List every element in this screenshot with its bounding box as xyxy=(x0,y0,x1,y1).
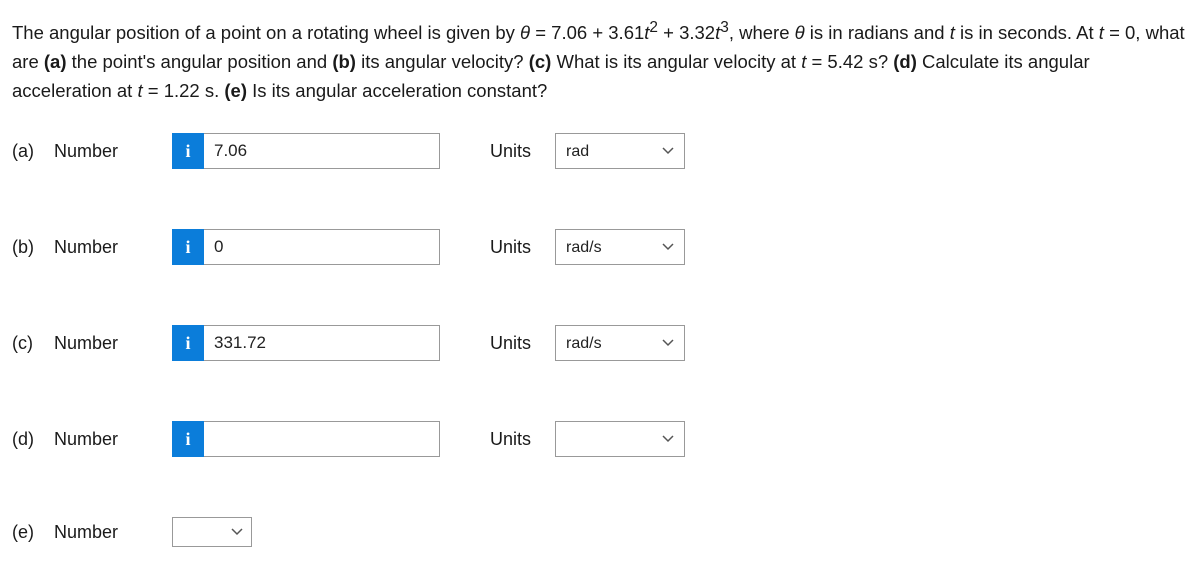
answer-row-d: (d) Number i Units xyxy=(12,421,1188,457)
q-plus: + 3.32 xyxy=(658,22,715,43)
unit-select-a[interactable]: rad xyxy=(555,133,685,169)
number-input-b[interactable] xyxy=(204,229,440,265)
q-pb: (b) xyxy=(332,51,356,72)
number-label: Number xyxy=(54,429,118,450)
q-theta: θ xyxy=(520,22,530,43)
part-letter-c: (c) xyxy=(12,333,40,354)
number-input-c[interactable] xyxy=(204,325,440,361)
number-label: Number xyxy=(54,333,118,354)
q-pb-text: its angular velocity? xyxy=(356,51,529,72)
q-pd-text2: = 1.22 s. xyxy=(143,80,225,101)
part-letter-d: (d) xyxy=(12,429,40,450)
q-pc-text: What is its angular velocity at xyxy=(551,51,801,72)
q-theta2: θ xyxy=(795,22,805,43)
part-label-c: (c) Number xyxy=(12,333,172,354)
number-label: Number xyxy=(54,141,118,162)
q-pa-text: the point's angular position and xyxy=(67,51,333,72)
q-sup3: 3 xyxy=(720,19,729,36)
question-text: The angular position of a point on a rot… xyxy=(12,16,1188,105)
part-letter-e: (e) xyxy=(12,522,40,543)
answer-row-e: (e) Number xyxy=(12,517,1188,547)
number-label: Number xyxy=(54,237,118,258)
part-letter-a: (a) xyxy=(12,141,40,162)
part-label-d: (d) Number xyxy=(12,429,172,450)
q-pc-text2: = 5.42 s? xyxy=(806,51,893,72)
info-icon[interactable]: i xyxy=(172,421,204,457)
q-pd: (d) xyxy=(893,51,917,72)
units-label: Units xyxy=(490,429,531,450)
part-letter-b: (b) xyxy=(12,237,40,258)
part-label-b: (b) Number xyxy=(12,237,172,258)
q-sup2: 2 xyxy=(649,19,658,36)
answer-row-b: (b) Number i Units rad/s xyxy=(12,229,1188,265)
unit-select-d[interactable] xyxy=(555,421,685,457)
q-mid: , where xyxy=(729,22,795,43)
units-label: Units xyxy=(490,141,531,162)
answer-row-a: (a) Number i Units rad xyxy=(12,133,1188,169)
number-input-d[interactable] xyxy=(204,421,440,457)
units-label: Units xyxy=(490,333,531,354)
q-eq: = 7.06 + 3.61 xyxy=(530,22,644,43)
part-label-e: (e) Number xyxy=(12,522,172,543)
units-label: Units xyxy=(490,237,531,258)
q-mid3: is in seconds. At xyxy=(955,22,1099,43)
q-mid2: is in radians and xyxy=(805,22,950,43)
unit-select-b[interactable]: rad/s xyxy=(555,229,685,265)
q-pe-text: Is its angular acceleration constant? xyxy=(247,80,547,101)
info-icon[interactable]: i xyxy=(172,229,204,265)
q-prefix: The angular position of a point on a rot… xyxy=(12,22,520,43)
part-label-a: (a) Number xyxy=(12,141,172,162)
answer-row-c: (c) Number i Units rad/s xyxy=(12,325,1188,361)
unit-select-c[interactable]: rad/s xyxy=(555,325,685,361)
number-label: Number xyxy=(54,522,118,543)
info-icon[interactable]: i xyxy=(172,133,204,169)
info-icon[interactable]: i xyxy=(172,325,204,361)
q-pe: (e) xyxy=(224,80,247,101)
yesno-select-e[interactable] xyxy=(172,517,252,547)
q-pc: (c) xyxy=(529,51,552,72)
number-input-a[interactable] xyxy=(204,133,440,169)
q-pa: (a) xyxy=(44,51,67,72)
